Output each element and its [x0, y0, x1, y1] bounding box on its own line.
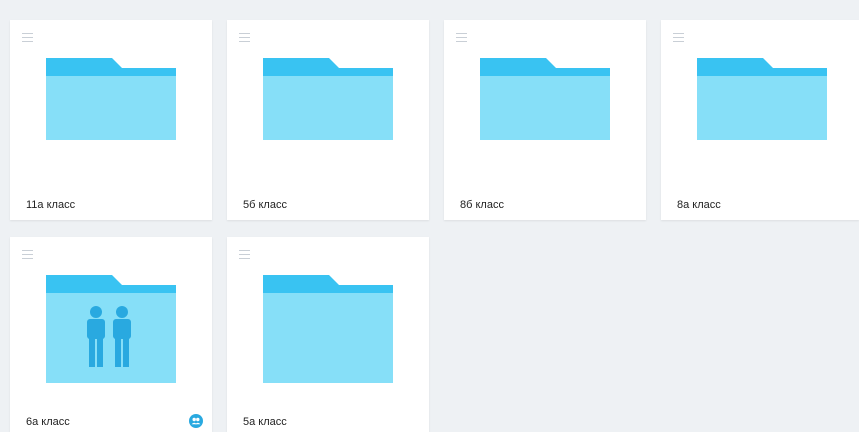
folder-label: 5б класс — [243, 199, 287, 211]
shared-folder-icon — [46, 275, 176, 385]
folder-label: 11а класс — [26, 199, 76, 211]
folder-card[interactable]: 5а класс — [227, 237, 429, 432]
folder-label: 8б класс — [460, 199, 504, 211]
folder-card[interactable]: 5б класс — [227, 20, 429, 220]
folder-icon — [697, 58, 827, 168]
folder-icon — [263, 275, 393, 385]
folder-icon — [263, 58, 393, 168]
folder-label: 8а класс — [677, 199, 721, 211]
drag-handle-icon[interactable] — [239, 250, 250, 259]
folder-label: 5а класс — [243, 416, 287, 428]
folder-card[interactable]: 8а класс — [661, 20, 859, 220]
folder-card[interactable]: 6а класс — [10, 237, 212, 432]
drag-handle-icon[interactable] — [456, 33, 467, 42]
folder-icon — [480, 58, 610, 168]
drag-handle-icon[interactable] — [22, 250, 33, 259]
drag-handle-icon[interactable] — [673, 33, 684, 42]
shared-users-icon[interactable] — [189, 414, 203, 428]
folder-grid: 11а класс 5б класс 8б класс 8а класс 6а … — [0, 0, 859, 432]
folder-card[interactable]: 8б класс — [444, 20, 646, 220]
drag-handle-icon[interactable] — [22, 33, 33, 42]
folder-icon — [46, 58, 176, 168]
drag-handle-icon[interactable] — [239, 33, 250, 42]
folder-label: 6а класс — [26, 416, 70, 428]
folder-card[interactable]: 11а класс — [10, 20, 212, 220]
